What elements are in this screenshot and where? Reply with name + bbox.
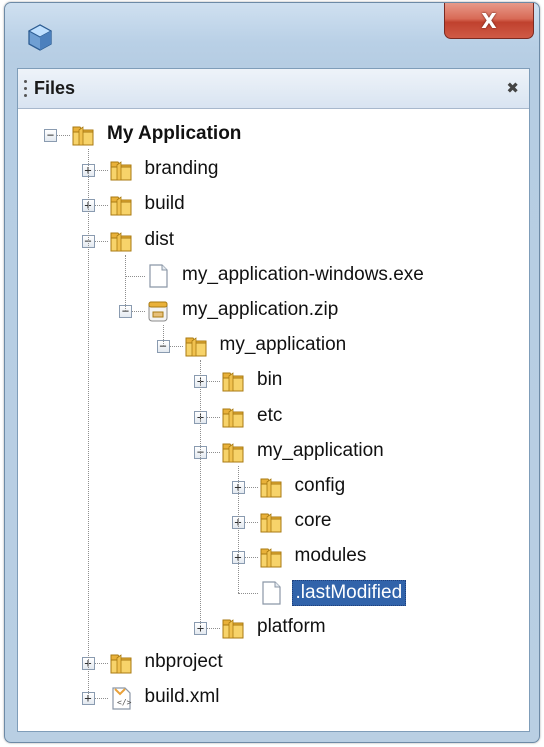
tree-guide-line xyxy=(162,325,164,347)
tree-item-root[interactable]: My Application xyxy=(104,122,244,146)
tree-item-zip[interactable]: my_application.zip xyxy=(179,298,341,322)
tree-item-core[interactable]: core xyxy=(292,509,335,533)
folder-icon xyxy=(220,439,246,465)
tree-item-nbproject[interactable]: nbproject xyxy=(142,650,226,674)
file-icon xyxy=(258,580,284,606)
tree-item-bin[interactable]: bin xyxy=(254,368,285,392)
panel-close-icon[interactable]: ✖ xyxy=(506,79,519,97)
tree-item-modules[interactable]: modules xyxy=(292,544,370,568)
collapse-icon[interactable]: − xyxy=(44,129,57,142)
files-panel-header[interactable]: Files ✖ xyxy=(18,69,529,109)
folder-icon xyxy=(258,474,284,500)
window-close-button[interactable]: X xyxy=(444,3,534,39)
folder-icon xyxy=(258,509,284,535)
folder-icon xyxy=(220,404,246,430)
tree-item-myapp1[interactable]: my_application xyxy=(217,333,350,357)
tree-guide-line xyxy=(87,149,89,699)
folder-icon xyxy=(70,122,96,148)
folder-icon xyxy=(220,368,246,394)
window-title xyxy=(75,15,79,31)
tree-item-exe[interactable]: my_application-windows.exe xyxy=(179,263,427,287)
tree-guide-line xyxy=(125,254,126,311)
tree-item-platform[interactable]: platform xyxy=(254,615,329,639)
file-icon xyxy=(145,263,171,289)
files-panel: Files ✖ − My Application + branding + build − d… xyxy=(17,68,530,732)
tree-item-lastmod[interactable]: .lastModified xyxy=(291,579,407,606)
tree-guide-line xyxy=(200,360,201,628)
tree-connector xyxy=(237,592,258,594)
netbeans-cube-icon xyxy=(27,24,53,51)
drag-grip-icon[interactable] xyxy=(24,80,28,98)
folder-icon xyxy=(108,650,134,676)
tree-item-myapp2[interactable]: my_application xyxy=(254,439,387,463)
folder-icon xyxy=(108,192,134,218)
tree-item-dist[interactable]: dist xyxy=(142,228,178,252)
title-bar[interactable]: X xyxy=(5,3,539,63)
panel-title: Files xyxy=(34,78,76,98)
folder-icon xyxy=(108,228,134,254)
application-window: X Files ✖ − My Application + branding + build… xyxy=(4,2,540,743)
tree-item-config[interactable]: config xyxy=(292,474,349,498)
xml-file-icon: </> xyxy=(108,685,134,711)
folder-icon xyxy=(258,544,284,570)
tree-item-branding[interactable]: branding xyxy=(142,157,222,181)
tree-connector xyxy=(125,275,145,277)
tree-guide-line xyxy=(237,465,239,593)
svg-text:</>: </> xyxy=(117,698,132,707)
folder-icon xyxy=(220,615,246,641)
tree-item-build[interactable]: build xyxy=(142,192,188,216)
zip-archive-icon xyxy=(145,298,171,324)
tree-item-buildxml[interactable]: build.xml xyxy=(142,685,223,709)
folder-icon xyxy=(108,157,134,183)
folder-icon xyxy=(183,333,209,359)
tree-item-etc[interactable]: etc xyxy=(254,404,285,428)
